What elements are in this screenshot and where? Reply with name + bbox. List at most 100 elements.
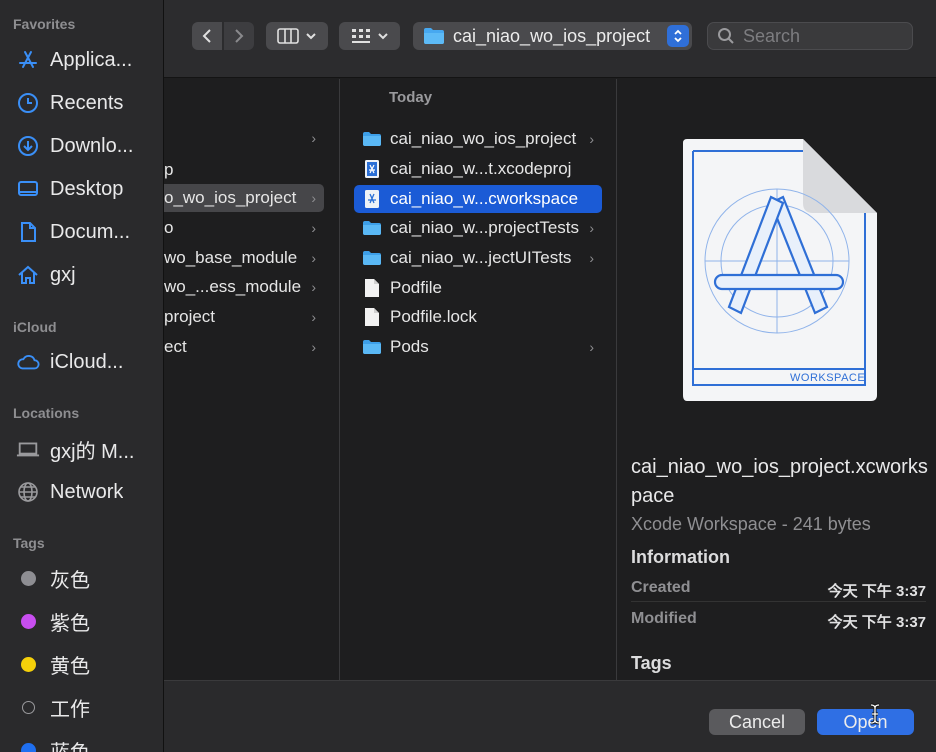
sidebar-item-label: Desktop — [50, 177, 124, 200]
list-item-selected[interactable]: cai_niao_w...cworkspace — [354, 185, 602, 213]
sidebar-item-network[interactable]: Network — [0, 475, 163, 509]
chevron-right-icon: › — [589, 131, 594, 147]
clock-icon — [16, 91, 40, 115]
list-item[interactable]: p — [164, 156, 324, 184]
desktop-icon — [16, 177, 40, 201]
list-item[interactable]: o › — [164, 214, 324, 242]
view-mode-button[interactable] — [266, 22, 328, 50]
sidebar-tag-blue[interactable]: 蓝色 — [0, 733, 163, 752]
sidebar-item-documents[interactable]: Docum... — [0, 215, 163, 249]
list-item-selected[interactable]: o_wo_ios_project › — [164, 184, 324, 212]
list-item[interactable]: project › — [164, 303, 324, 331]
chevron-down-icon — [377, 33, 388, 40]
sidebar-item-label: Recents — [50, 91, 124, 114]
folder-icon — [362, 337, 382, 357]
tag-dot-icon — [16, 652, 40, 676]
icloud-header: iCloud — [13, 319, 57, 335]
chevron-right-icon: › — [311, 250, 316, 266]
download-icon — [16, 134, 40, 158]
sidebar-item-label: Docum... — [50, 220, 131, 243]
list-item[interactable]: cai_niao_w...projectTests › — [354, 214, 602, 242]
sidebar-item-label: 紫色 — [50, 612, 90, 635]
created-label: Created — [631, 579, 691, 596]
list-item[interactable]: Podfile.lock — [354, 303, 602, 331]
list-item[interactable]: cai_niao_wo_ios_project › — [354, 125, 602, 153]
cancel-button[interactable]: Cancel — [709, 709, 805, 735]
group-header: Today — [389, 89, 433, 106]
favorites-header: Favorites — [13, 16, 76, 32]
search-placeholder: Search — [743, 25, 801, 46]
file-name: cai_niao_wo_ios_project.xcworkspace — [631, 456, 928, 507]
sidebar-item-label: iCloud... — [50, 350, 124, 373]
sidebar-tag-work[interactable]: 工作 — [0, 690, 163, 724]
folder-icon — [362, 129, 382, 149]
sidebar-item-downloads[interactable]: Downlo... — [0, 129, 163, 163]
globe-icon — [16, 480, 40, 504]
list-item[interactable]: Podfile — [354, 274, 602, 302]
group-button[interactable] — [339, 22, 400, 50]
list-item[interactable]: cai_niao_w...jectUITests › — [354, 244, 602, 272]
forward-button[interactable] — [224, 22, 254, 50]
chevron-left-icon — [202, 29, 211, 43]
sidebar-item-applications[interactable]: Applica... — [0, 43, 163, 77]
sidebar-item-label: Network — [50, 480, 124, 503]
modified-label: Modified — [631, 610, 697, 627]
text-cursor-icon — [870, 703, 880, 725]
sidebar-item-recents[interactable]: Recents — [0, 86, 163, 120]
bottom-bar: Cancel Open — [164, 680, 936, 752]
chevron-right-icon: › — [589, 220, 594, 236]
chevron-right-icon: › — [311, 130, 316, 146]
tags-header: Tags — [13, 535, 45, 551]
column-current: Today cai_niao_wo_ios_project › cai_niao_… — [341, 79, 617, 680]
list-item[interactable]: Pods › — [354, 333, 602, 361]
list-item[interactable]: ect › — [164, 333, 324, 361]
home-icon — [16, 263, 40, 287]
list-item[interactable]: cai_niao_w...t.xcodeproj — [354, 155, 602, 183]
chevron-right-icon: › — [311, 220, 316, 236]
sidebar-item-macbook[interactable]: gxj的 M... — [0, 432, 163, 466]
sidebar: Favorites Applica... Recents Downlo... D… — [0, 0, 164, 752]
sidebar-item-home[interactable]: gxj — [0, 258, 163, 292]
path-popup-label: cai_niao_wo_ios_project — [453, 25, 651, 46]
list-item[interactable]: wo_...ess_module › — [164, 273, 324, 301]
folder-icon — [362, 248, 382, 268]
tag-dot-icon — [16, 609, 40, 633]
preview-pane: WORKSPACE cai_niao_wo_ios_project.xcwork… — [618, 79, 936, 680]
list-item[interactable]: wo_base_module › — [164, 244, 324, 272]
grid-icon — [351, 29, 370, 43]
sidebar-tag-yellow[interactable]: 黄色 — [0, 647, 163, 681]
divider — [631, 601, 926, 602]
sidebar-item-label: gxj的 M... — [50, 440, 135, 463]
locations-header: Locations — [13, 405, 80, 421]
document-icon — [16, 220, 40, 244]
tag-dot-icon — [16, 738, 40, 752]
created-value: 今天 下午 3:37 — [827, 583, 926, 600]
xcworkspace-icon — [362, 189, 382, 209]
information-header: Information — [631, 547, 730, 567]
search-field[interactable]: Search — [707, 22, 913, 50]
list-item[interactable]: › — [164, 124, 324, 152]
tag-ring-icon — [16, 695, 40, 719]
sidebar-tag-gray[interactable]: 灰色 — [0, 561, 163, 595]
preview-badge: WORKSPACE — [790, 372, 866, 384]
xcodeproj-icon — [362, 159, 382, 179]
column-parent: › p o_wo_ios_project › o › wo_base_module ›… — [164, 79, 340, 680]
folder-icon — [362, 218, 382, 238]
file-icon — [362, 278, 382, 298]
path-popup[interactable]: cai_niao_wo_ios_project — [413, 22, 692, 50]
sidebar-item-icloud-drive[interactable]: iCloud... — [0, 345, 163, 379]
sidebar-item-label: Applica... — [50, 48, 133, 71]
sidebar-item-label: Downlo... — [50, 134, 134, 157]
folder-icon — [424, 28, 444, 44]
search-icon — [718, 28, 734, 44]
chevron-right-icon: › — [311, 190, 316, 206]
back-button[interactable] — [192, 22, 222, 50]
open-button[interactable]: Open — [817, 709, 914, 735]
app-store-icon — [16, 48, 40, 72]
stepper-icon — [667, 25, 689, 47]
columns-view-icon — [277, 28, 299, 44]
tag-dot-icon — [16, 566, 40, 590]
sidebar-item-desktop[interactable]: Desktop — [0, 172, 163, 206]
sidebar-tag-purple[interactable]: 紫色 — [0, 604, 163, 638]
toolbar: cai_niao_wo_ios_project Search — [164, 0, 936, 78]
